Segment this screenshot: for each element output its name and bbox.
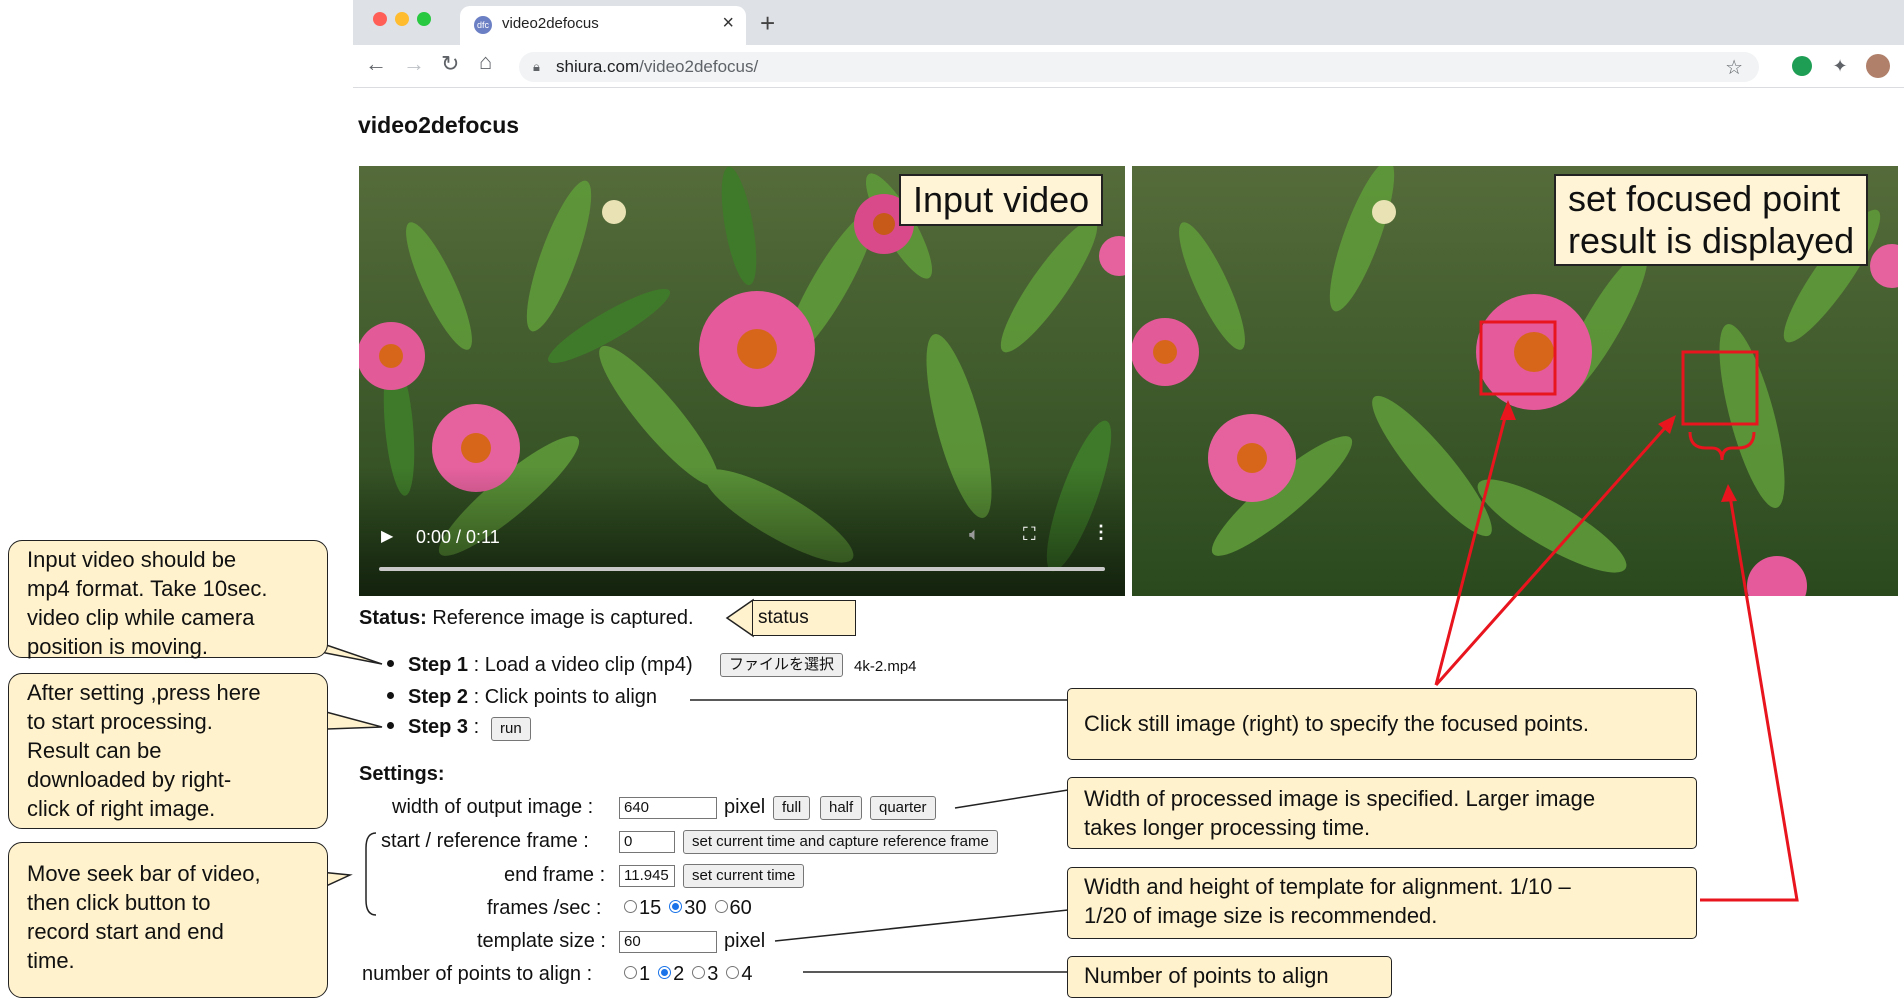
seek-note-line3: record start and end: [27, 919, 224, 944]
step2-pointer-line: [690, 699, 1069, 716]
click-note-callout: Click still image (right) to specify the…: [1067, 688, 1697, 760]
seek-note-line2: then click button to: [27, 890, 211, 915]
seek-note-line1: Move seek bar of video,: [27, 861, 261, 886]
input-note-line3: video clip while camera: [27, 605, 255, 630]
input-note-line2: mp4 format. Take 10sec.: [27, 576, 268, 601]
template-note-line1: Width and height of template for alignme…: [1084, 874, 1571, 899]
template-note-callout: Width and height of template for alignme…: [1067, 867, 1697, 939]
input-note-line4: position is moving.: [27, 634, 208, 659]
run-note-line4: downloaded by right-: [27, 767, 232, 792]
arrowhead-3: [1721, 484, 1737, 502]
input-note-callout: Input video should be mp4 format. Take 1…: [8, 540, 328, 659]
template-note-line2: 1/20 of image size is recommended.: [1084, 903, 1438, 928]
seek-note-line4: time.: [27, 948, 75, 973]
points-note-callout: Number of points to align: [1067, 956, 1392, 998]
run-note-line5: click of right image.: [27, 796, 216, 821]
run-note-line1: After setting ,press here: [27, 680, 261, 705]
width-note-line2: takes longer processing time.: [1084, 815, 1371, 840]
frame-bracket: [365, 832, 377, 916]
arrow-to-template: [1700, 489, 1799, 902]
run-note-line3: Result can be: [27, 738, 162, 763]
width-note-line1: Width of processed image is specified. L…: [1084, 786, 1596, 811]
template-brace: [1688, 431, 1756, 461]
status-note-callout: status: [752, 600, 856, 636]
status-note-pointer: [725, 598, 754, 638]
arrowhead-1: [1500, 400, 1516, 420]
input-note-line1: Input video should be: [27, 547, 237, 572]
run-note-line2: to start processing.: [27, 709, 213, 734]
width-pointer-line: [954, 789, 1069, 809]
width-note-callout: Width of processed image is specified. L…: [1067, 777, 1697, 849]
template-pointer-line: [774, 909, 1069, 942]
seek-note-callout: Move seek bar of video, then click butto…: [8, 842, 328, 998]
run-note-callout: After setting ,press here to start proce…: [8, 673, 328, 829]
